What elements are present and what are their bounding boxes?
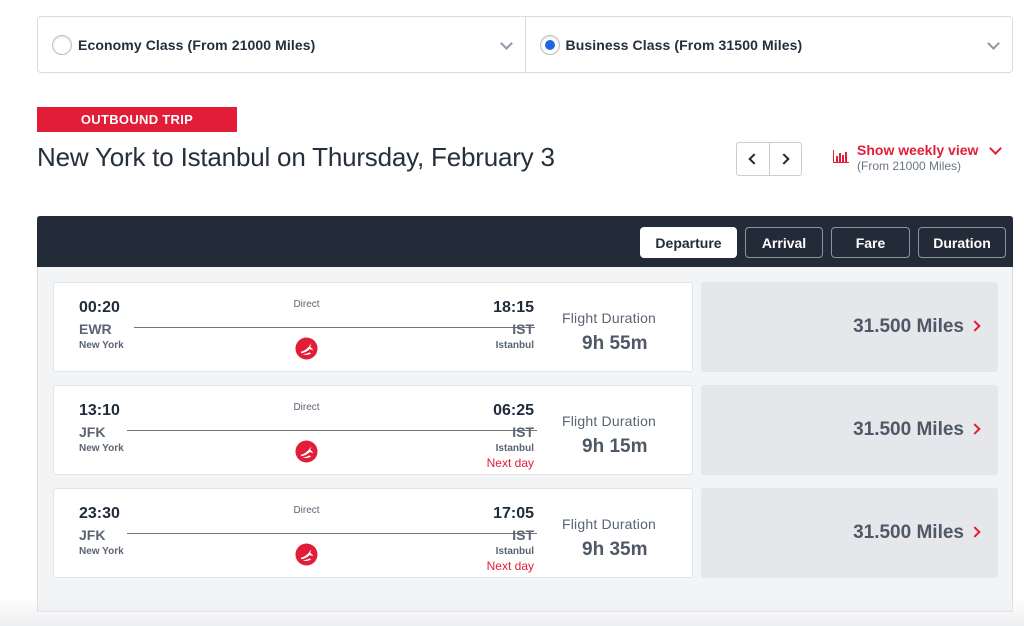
chevron-left-icon [748, 153, 760, 165]
departure-airport-code: EWR [79, 321, 112, 337]
next-day-button[interactable] [768, 143, 802, 175]
sort-duration-button[interactable]: Duration [918, 227, 1006, 258]
turkish-airlines-logo-icon [295, 440, 318, 463]
fare-select-button[interactable]: 31.500 Miles [701, 488, 998, 578]
arrival-time: 18:15 [493, 299, 534, 316]
outbound-trip-badge: OUTBOUND TRIP [37, 107, 237, 132]
fare-select-button[interactable]: 31.500 Miles [701, 282, 998, 372]
arrival-city: Istanbul [495, 340, 534, 351]
weekly-view-subtitle: (From 21000 Miles) [857, 159, 962, 173]
sort-bar: Departure Arrival Fare Duration [37, 216, 1013, 267]
departure-city: New York [79, 340, 124, 351]
route-line [134, 327, 535, 328]
economy-class-option[interactable]: Economy Class (From 21000 Miles) [38, 17, 525, 72]
flight-duration-value: 9h 35m [582, 539, 648, 560]
weekly-view-label: Show weekly view [857, 142, 979, 158]
business-class-option[interactable]: Business Class (From 31500 Miles) [524, 17, 1013, 72]
chevron-down-icon [989, 142, 1002, 155]
departure-time: 23:30 [79, 505, 120, 522]
arrival-airport-code: IST [512, 321, 534, 337]
sort-arrival-button[interactable]: Arrival [745, 227, 823, 258]
arrival-airport-code: IST [512, 527, 534, 543]
departure-airport-code: JFK [79, 424, 106, 440]
fare-miles: 31.500 Miles [853, 419, 964, 440]
business-radio[interactable] [539, 34, 560, 55]
previous-day-button[interactable] [737, 143, 769, 175]
turkish-airlines-logo-icon [295, 337, 318, 360]
economy-radio[interactable] [52, 34, 72, 55]
route-line [127, 430, 537, 431]
stops-label: Direct [293, 505, 320, 516]
business-class-label: Business Class (From 31500 Miles) [565, 36, 803, 53]
cabin-class-selector: Economy Class (From 21000 Miles) Busines… [37, 16, 1013, 73]
sort-fare-button[interactable]: Fare [831, 227, 910, 258]
fare-miles: 31.500 Miles [853, 522, 964, 543]
next-day-label: Next day [486, 559, 534, 573]
page-title: New York to Istanbul on Thursday, Februa… [37, 142, 555, 172]
arrival-city: Istanbul [495, 546, 534, 557]
stops-label: Direct [293, 299, 320, 310]
chevron-right-icon [969, 423, 981, 435]
stops-label: Direct [293, 402, 320, 413]
chevron-down-icon[interactable] [499, 37, 513, 50]
next-day-label: Next day [486, 456, 534, 470]
flight-card[interactable]: 00:20 EWR New York Direct 18:15 IST Ista… [53, 282, 693, 372]
departure-city: New York [79, 546, 124, 557]
arrival-time: 17:05 [493, 505, 534, 522]
departure-city: New York [79, 443, 124, 454]
departure-time: 00:20 [79, 299, 120, 316]
flight-card[interactable]: 13:10 JFK New York Direct 06:25 IST Ista… [53, 385, 693, 475]
departure-time: 13:10 [79, 402, 120, 419]
arrival-airport-code: IST [512, 424, 534, 440]
departure-airport-code: JFK [79, 527, 106, 543]
flight-card[interactable]: 23:30 JFK New York Direct 17:05 IST Ista… [53, 488, 693, 578]
fare-miles: 31.500 Miles [853, 316, 964, 337]
chevron-right-icon [969, 526, 981, 538]
economy-class-label: Economy Class (From 21000 Miles) [78, 36, 316, 53]
chevron-down-icon[interactable] [987, 37, 1000, 50]
flight-duration-value: 9h 15m [582, 436, 648, 457]
sort-departure-button[interactable]: Departure [640, 227, 737, 258]
chevron-right-icon [969, 320, 981, 332]
flight-duration-label: Flight Duration [562, 413, 657, 429]
flight-duration-label: Flight Duration [562, 310, 657, 326]
route-line [127, 533, 537, 534]
chevron-right-icon [778, 153, 790, 165]
day-navigation [736, 142, 802, 176]
arrival-city: Istanbul [495, 443, 534, 454]
turkish-airlines-logo-icon [295, 543, 318, 566]
fare-select-button[interactable]: 31.500 Miles [701, 385, 998, 475]
flight-duration-value: 9h 55m [582, 333, 648, 354]
flight-duration-label: Flight Duration [562, 516, 657, 532]
bar-chart-icon [833, 150, 849, 163]
arrival-time: 06:25 [493, 402, 534, 419]
